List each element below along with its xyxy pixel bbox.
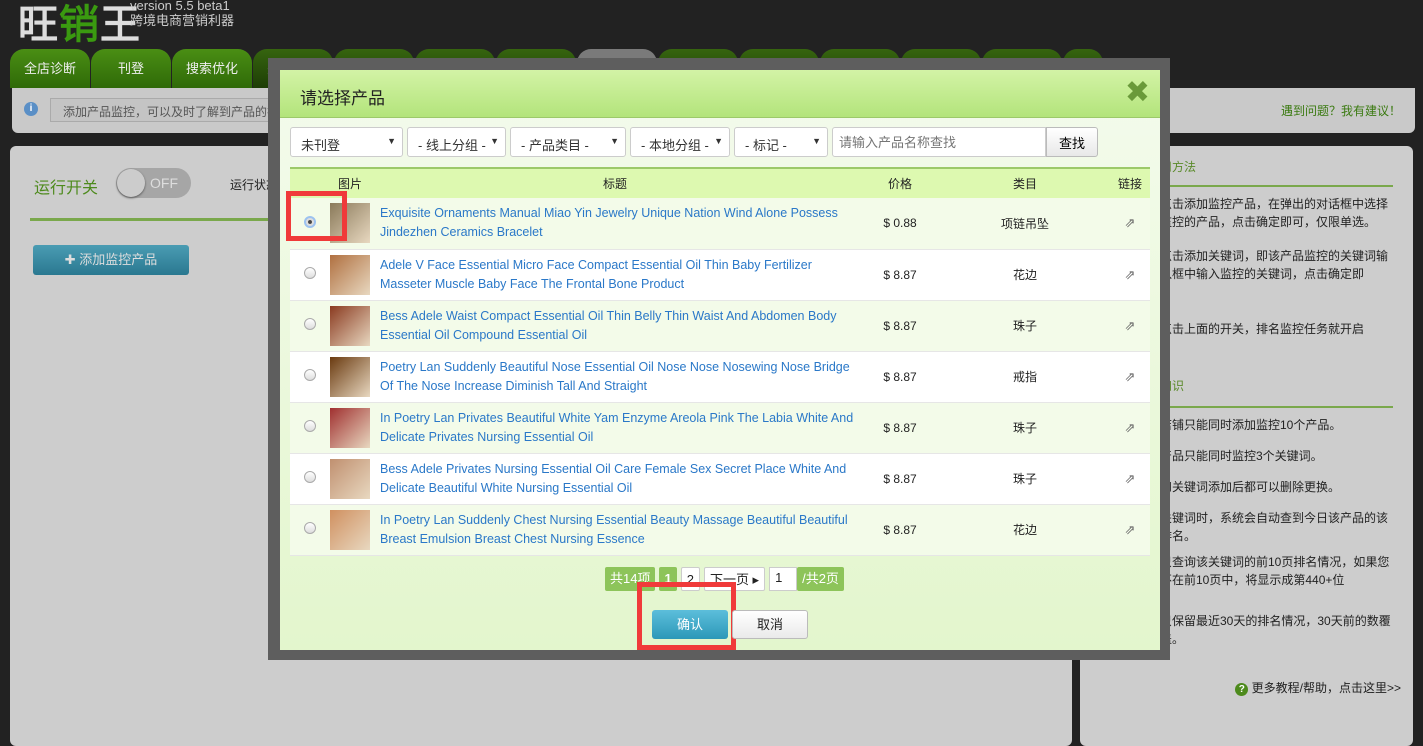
product-table: 图片 标题 价格 类目 链接 Exquisite Ornaments Manua… [290,167,1150,556]
product-price: $ 8.87 [860,453,940,505]
note: 店铺只能同时添加监控10个产品。 [1160,418,1342,432]
product-thumbnail [330,356,370,397]
add-monitor-product-button[interactable]: ✚ 添加监控产品 [33,245,189,275]
product-title-link[interactable]: Poetry Lan Suddenly Beautiful Nose Essen… [370,351,860,403]
product-category: 花边 [940,249,1110,301]
product-title-link[interactable]: Bess Adele Waist Compact Essential Oil T… [370,300,860,352]
product-title-link[interactable]: In Poetry Lan Privates Beautiful White Y… [370,402,860,454]
select-radio[interactable] [304,267,316,279]
info-icon: i [24,102,38,116]
product-thumbnail [330,305,370,346]
usage-step: 点击上面的开关，排名监控任务就开启 [1160,322,1365,336]
page-input[interactable]: 1 [769,567,798,591]
help-link[interactable]: ? 更多教程/帮助，点击这里>> [1235,679,1401,696]
category-select[interactable]: - 产品类目 - ▼ [510,127,626,157]
note: 关键词时，系统会自动查到今日该产品的该排名。 [1160,511,1389,543]
col-category: 类目 [940,167,1110,198]
search-button[interactable]: 查找 [1046,127,1098,157]
version-info: version 5.5 beta1 跨境电商营销利器 [130,0,234,28]
product-search-input[interactable] [832,127,1046,157]
product-price: $ 8.87 [860,249,940,301]
product-price: $ 8.87 [860,402,940,454]
product-thumbnail [330,458,370,499]
dialog-title: 请选择产品 [300,89,385,108]
confirm-button[interactable]: 确认 [652,610,728,639]
product-price: $ 8.87 [860,300,940,352]
product-price: $ 8.87 [860,504,940,556]
note: 和关键词添加后都可以删除更换。 [1160,480,1341,494]
run-toggle[interactable]: OFF [116,168,191,198]
highlight-box [286,191,347,241]
usage-step: 点击添加监控产品，在弹出的对话框中选择监控的产品，点击确定即可，仅限单选。 [1160,197,1389,229]
product-category: 珠子 [940,453,1110,505]
external-link-icon[interactable]: ⇗ [1110,351,1150,403]
local-group-select[interactable]: - 本地分组 - ▼ [630,127,730,157]
product-thumbnail [330,509,370,550]
product-title-link[interactable]: Bess Adele Privates Nursing Essential Oi… [370,453,860,505]
product-price: $ 0.88 [860,198,940,250]
product-category: 花边 [940,504,1110,556]
col-title: 标题 [370,167,860,198]
logo: 旺销王 [18,3,141,47]
product-title-link[interactable]: Exquisite Ornaments Manual Miao Yin Jewe… [370,198,860,250]
usage-step: 点击添加关键词，即该产品监控的关键词输入框中输入监控的关键词，点击确定即 [1160,249,1389,281]
product-title-link[interactable]: Adele V Face Essential Micro Face Compac… [370,249,860,301]
product-category: 戒指 [940,351,1110,403]
product-thumbnail [330,407,370,448]
filter-bar: 未刊登 ▼ - 线上分组 - ▼ - 产品类目 - ▼ - 本地分组 - ▼ - 标记 … [290,127,1098,157]
select-radio[interactable] [304,471,316,483]
feedback-link[interactable]: 遇到问题？我有建议！ [1281,102,1401,119]
help-icon: ? [1235,683,1249,696]
run-switch-label: 运行开关 [34,180,99,197]
product-row[interactable]: In Poetry Lan Suddenly Chest Nursing Ess… [290,504,1150,556]
product-category: 珠子 [940,402,1110,454]
product-row[interactable]: Bess Adele Waist Compact Essential Oil T… [290,300,1150,352]
online-group-select[interactable]: - 线上分组 - ▼ [407,127,506,157]
close-icon[interactable]: ✖ [1125,76,1150,110]
product-title-link[interactable]: In Poetry Lan Suddenly Chest Nursing Ess… [370,504,860,556]
select-radio[interactable] [304,522,316,534]
subtitle: 跨境电商营销利器 [130,13,235,28]
external-link-icon[interactable]: ⇗ [1110,198,1150,250]
page-count: /共2页 [797,567,844,591]
external-link-icon[interactable]: ⇗ [1110,504,1150,556]
divider [1160,406,1393,408]
note: 产品只能同时监控3个关键词。 [1160,449,1323,463]
product-category: 珠子 [940,300,1110,352]
publish-status-select[interactable]: 未刊登 ▼ [290,127,403,157]
product-row[interactable]: Exquisite Ornaments Manual Miao Yin Jewe… [290,198,1150,250]
select-radio[interactable] [304,420,316,432]
select-radio[interactable] [304,318,316,330]
version: version 5.5 beta1 [130,0,230,13]
tag-select[interactable]: - 标记 - ▼ [734,127,828,157]
product-row[interactable]: Bess Adele Privates Nursing Essential Oi… [290,453,1150,505]
product-row[interactable]: Poetry Lan Suddenly Beautiful Nose Essen… [290,351,1150,403]
select-radio[interactable] [304,369,316,381]
product-category: 项链吊坠 [940,198,1110,250]
select-product-dialog: 请选择产品 ✖ 未刊登 ▼ - 线上分组 - ▼ - 产品类目 - ▼ - 本地分组 -… [280,70,1160,650]
note: 只保留最近30天的排名情况，30天前的数覆盖。 [1160,614,1391,646]
product-price: $ 8.87 [860,351,940,403]
product-thumbnail [330,254,370,295]
external-link-icon[interactable]: ⇗ [1110,300,1150,352]
note: 只查询该关键词的前10页排名情况，如果您不在前10页中，将显示成第440+位 [1160,555,1390,587]
tab-2[interactable]: 搜索优化 [172,49,252,88]
product-row[interactable]: Adele V Face Essential Micro Face Compac… [290,249,1150,301]
product-row[interactable]: In Poetry Lan Privates Beautiful White Y… [290,402,1150,454]
col-price: 价格 [860,167,940,198]
external-link-icon[interactable]: ⇗ [1110,402,1150,454]
divider [1160,185,1393,187]
tab-0[interactable]: 全店诊断 [10,49,90,88]
cancel-button[interactable]: 取消 [732,610,808,639]
external-link-icon[interactable]: ⇗ [1110,453,1150,505]
tab-1[interactable]: 刊登 [91,49,171,88]
col-link: 链接 [1110,167,1150,198]
external-link-icon[interactable]: ⇗ [1110,249,1150,301]
